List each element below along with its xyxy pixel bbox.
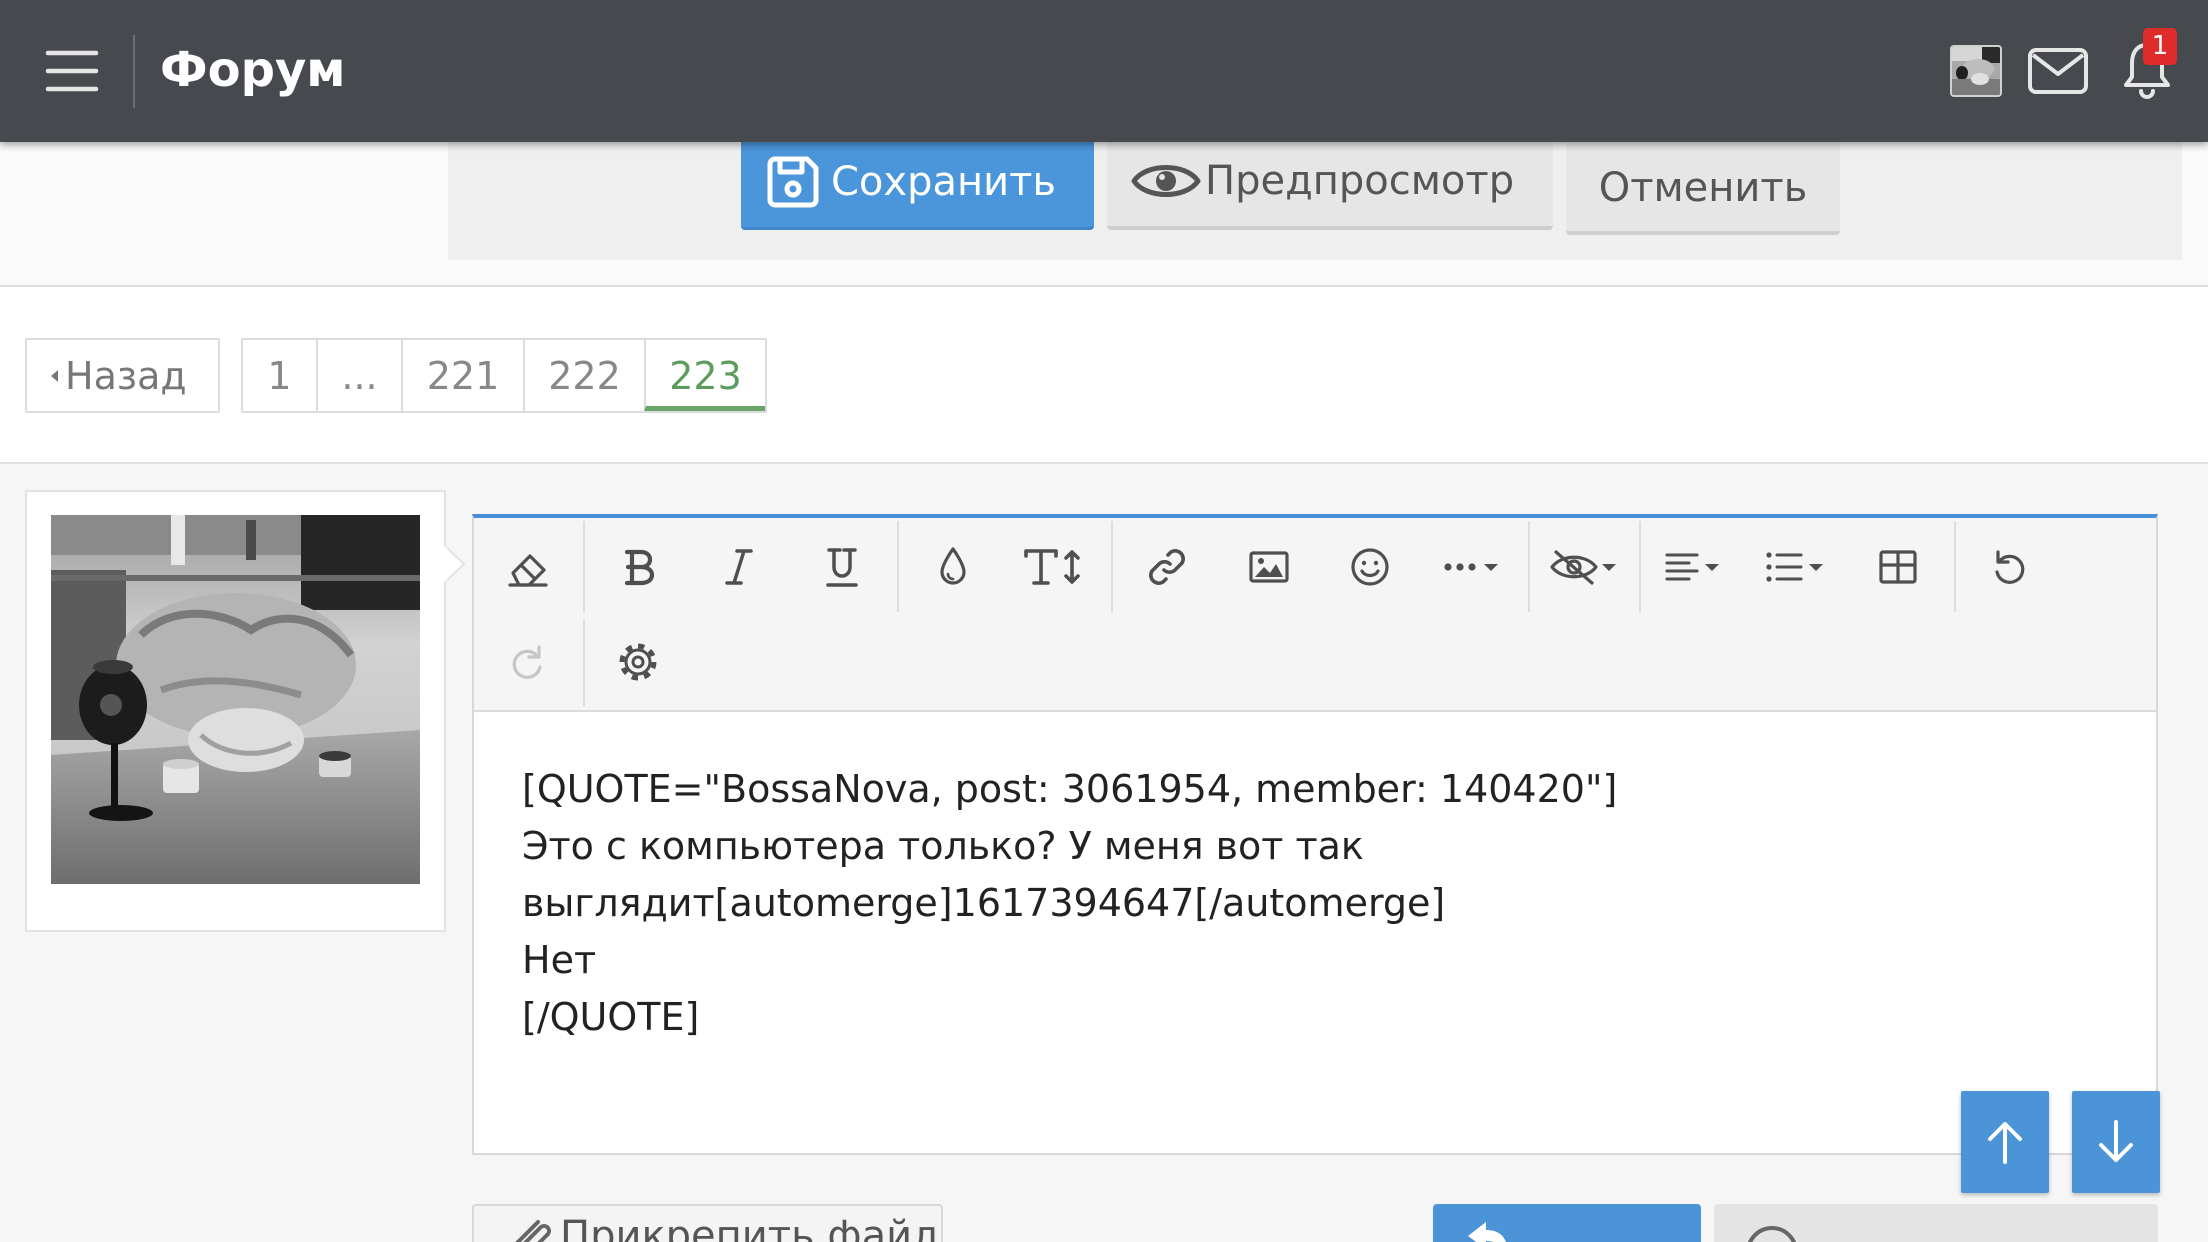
attach-files-button[interactable]: Прикрепить файлы bbox=[472, 1204, 943, 1242]
toolbar-divider bbox=[583, 620, 585, 706]
header-divider bbox=[133, 35, 135, 108]
insert-link-button[interactable] bbox=[1133, 531, 1201, 603]
user-avatar-card bbox=[25, 490, 446, 932]
content-line: [/QUOTE] bbox=[522, 995, 700, 1039]
eye-slash-icon bbox=[1550, 550, 1616, 585]
page-link-1[interactable]: 1 bbox=[243, 340, 316, 411]
arrow-up-icon bbox=[1988, 1122, 2022, 1164]
gear-icon bbox=[619, 643, 657, 681]
bold-icon bbox=[624, 549, 655, 586]
editor-textarea[interactable]: [QUOTE="BossaNova, post: 3061954, member… bbox=[522, 761, 2122, 1046]
toolbar-divider bbox=[1528, 521, 1530, 612]
toolbar-divider bbox=[897, 521, 899, 612]
page-link-221[interactable]: 221 bbox=[401, 340, 523, 411]
mail-icon bbox=[2028, 48, 2088, 94]
scroll-up-button[interactable] bbox=[1961, 1091, 2049, 1193]
scroll-down-button[interactable] bbox=[2072, 1091, 2160, 1193]
eye-icon bbox=[1131, 165, 1201, 197]
table-icon bbox=[1879, 550, 1917, 584]
droplet-icon bbox=[940, 547, 966, 585]
menu-button[interactable] bbox=[40, 42, 104, 100]
paperclip-icon bbox=[515, 1220, 551, 1242]
reply-icon bbox=[1468, 1222, 1506, 1242]
link-icon bbox=[1149, 549, 1185, 585]
content-line: [QUOTE="BossaNova, post: 3061954, member… bbox=[522, 767, 1618, 811]
pagination-prev-label: Назад bbox=[65, 353, 187, 398]
content-line: выглядит[automerge]1617394647[/automerge… bbox=[522, 881, 1446, 925]
align-button[interactable] bbox=[1655, 531, 1739, 603]
content-line: Нет bbox=[522, 938, 597, 982]
more-options-button[interactable] bbox=[1432, 531, 1516, 603]
remove-formatting-button[interactable] bbox=[494, 531, 562, 603]
content-line: Это с компьютера только? У меня вот так bbox=[522, 824, 1364, 868]
message-arrow bbox=[444, 545, 466, 583]
top-navigation-bar: Форум 1 bbox=[0, 0, 2208, 142]
page-link-222[interactable]: 222 bbox=[523, 340, 644, 411]
undo-icon bbox=[1995, 550, 2025, 584]
eraser-icon bbox=[508, 554, 548, 587]
editor-settings-button[interactable] bbox=[604, 626, 672, 698]
underline-button[interactable] bbox=[808, 531, 876, 603]
bold-button[interactable] bbox=[605, 531, 673, 603]
pagination-prev-button[interactable]: Назад bbox=[25, 338, 220, 413]
italic-button[interactable] bbox=[705, 531, 773, 603]
notification-badge: 1 bbox=[2143, 28, 2177, 65]
list-button[interactable] bbox=[1755, 531, 1839, 603]
user-avatar-image[interactable] bbox=[51, 515, 420, 884]
attach-files-label: Прикрепить файлы bbox=[560, 1213, 943, 1242]
underline-icon bbox=[826, 548, 858, 587]
smile-icon bbox=[1351, 548, 1389, 586]
redo-button[interactable] bbox=[494, 626, 562, 698]
page-title: Форум bbox=[160, 42, 346, 98]
font-size-button[interactable] bbox=[1016, 531, 1096, 603]
insert-image-button[interactable] bbox=[1235, 531, 1303, 603]
list-icon bbox=[1766, 552, 1823, 582]
undo-button[interactable] bbox=[1975, 531, 2043, 603]
circle-icon bbox=[1748, 1226, 1796, 1242]
inbox-button[interactable] bbox=[2028, 48, 2088, 94]
page-jump-ellipsis[interactable]: ... bbox=[316, 340, 401, 411]
page-link-current[interactable]: 223 bbox=[644, 340, 765, 411]
editor-toolbar bbox=[474, 518, 2156, 712]
menu-icon bbox=[45, 50, 99, 92]
floppy-disk-icon bbox=[767, 156, 819, 207]
post-reply-button[interactable] bbox=[1433, 1204, 1701, 1242]
insert-table-button[interactable] bbox=[1864, 531, 1932, 603]
image-icon bbox=[1249, 551, 1289, 583]
user-avatar-image bbox=[1952, 47, 2000, 95]
cancel-label: Отменить bbox=[1598, 164, 1808, 211]
save-label: Сохранить bbox=[831, 158, 1056, 205]
toolbar-divider bbox=[1639, 521, 1641, 612]
message-editor: [QUOTE="BossaNova, post: 3061954, member… bbox=[472, 514, 2158, 1155]
italic-icon bbox=[725, 549, 753, 585]
font-size-icon bbox=[1024, 549, 1080, 585]
hide-content-button[interactable] bbox=[1542, 531, 1626, 603]
text-color-button[interactable] bbox=[919, 531, 987, 603]
align-left-icon bbox=[1665, 553, 1719, 581]
preview-label: Предпросмотр bbox=[1205, 158, 1515, 204]
secondary-action-button[interactable] bbox=[1714, 1204, 2158, 1242]
section-divider bbox=[0, 462, 2208, 464]
redo-icon bbox=[512, 645, 542, 679]
arrow-down-icon bbox=[2099, 1120, 2133, 1162]
user-avatar[interactable] bbox=[1950, 45, 2002, 97]
toolbar-divider bbox=[1954, 521, 1956, 612]
more-dots-icon bbox=[1444, 563, 1498, 571]
caret-left-icon bbox=[51, 369, 58, 382]
pagination: 1 ... 221 222 223 bbox=[241, 338, 767, 413]
smilies-button[interactable] bbox=[1336, 531, 1404, 603]
toolbar-divider bbox=[1111, 521, 1113, 612]
toolbar-divider bbox=[583, 521, 585, 612]
